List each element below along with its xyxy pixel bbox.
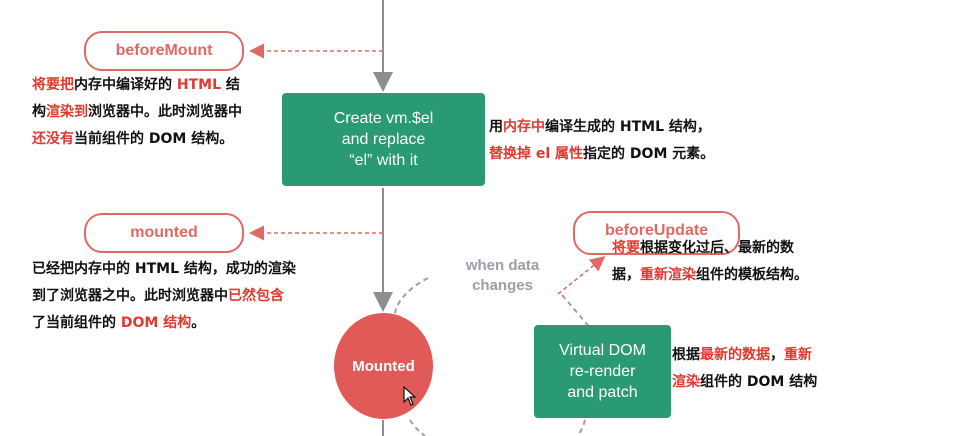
note-text: 构 [32,104,46,120]
note-line: 将要把内存中编译好的 HTML 结 [32,72,282,99]
dashed-update-loop-bottom [409,419,426,436]
note-text: 根据 [672,347,700,363]
note-line: 了当前组件的 DOM 结构。 [32,310,352,337]
when-data-line-1: when data [465,257,540,274]
note-highlight: 渲染 [672,374,700,390]
note-create-el: 用内存中编译生成的 HTML 结构， 替换掉 el 属性指定的 DOM 元素。 [489,114,749,168]
when-data-line-2: changes [472,277,533,294]
hook-beforeMount: beforeMount [84,31,244,71]
note-text: 根据变化过后、最新的数 [640,240,794,256]
note-line: 将要根据变化过后、最新的数 [612,235,842,262]
note-beforeMount: 将要把内存中编译好的 HTML 结构渲染到浏览器中。此时浏览器中 还没有当前组件的… [32,72,282,153]
virtual-dom-line-1: Virtual DOM [559,342,646,359]
note-text: 到了浏览器之中。此时浏览器中 [32,288,228,304]
hook-mounted: mounted [84,213,244,253]
note-highlight: 已然包含 [228,288,284,304]
note-highlight: 重新 [784,347,812,363]
note-text: 。 [191,315,206,331]
create-el-box: Create vm.$el and replace “el” with it [282,93,485,186]
note-highlight: 将要把 [32,77,74,93]
note-text: ， [770,347,784,363]
note-line: 据，重新渲染组件的模板结构。 [612,262,842,289]
note-text: 已经把内存中的 HTML 结构，成功的渲染 [32,261,296,277]
virtual-dom-line-2: re-render [569,363,636,380]
note-line: 到了浏览器之中。此时浏览器中已然包含 [32,283,352,310]
note-highlight: 最新的数据 [700,347,770,363]
note-text: 编译生成的 HTML 结构， [545,119,711,135]
create-el-line-3: “el” with it [349,152,418,169]
note-text: 指定的 DOM 元素。 [583,146,715,162]
note-line: 渲染组件的 DOM 结构 [672,369,872,396]
note-text: 当前组件的 DOM 结构。 [74,131,234,147]
mouse-cursor-icon [403,386,417,406]
note-highlight: 还没有 [32,131,74,147]
note-mounted: 已经把内存中的 HTML 结构，成功的渲染 到了浏览器之中。此时浏览器中已然包含了… [32,256,352,337]
note-text: 结 [221,77,240,93]
note-text: 用 [489,119,503,135]
virtual-dom-box: Virtual DOM re-render and patch [534,325,671,418]
note-line: 替换掉 el 属性指定的 DOM 元素。 [489,141,749,168]
note-line: 构渲染到浏览器中。此时浏览器中 [32,99,282,126]
note-line: 根据最新的数据，重新 [672,342,872,369]
note-text: 组件的 DOM 结构 [700,374,818,390]
dashed-update-loop-br [577,419,586,436]
note-text: 内存中编译好的 [74,77,177,93]
note-text: 组件的模板结构。 [696,267,808,283]
note-highlight: 将要 [612,240,640,256]
note-line: 用内存中编译生成的 HTML 结构， [489,114,749,141]
create-el-line-2: and replace [341,131,426,148]
dashed-update-loop-right [561,294,591,329]
create-el-line-1: Create vm.$el [333,110,434,127]
hook-mounted-label: mounted [130,224,198,241]
hook-beforeMount-label: beforeMount [115,42,213,59]
note-virtual-dom: 根据最新的数据，重新 渲染组件的 DOM 结构 [672,342,872,396]
note-beforeUpdate: 将要根据变化过后、最新的数 据，重新渲染组件的模板结构。 [612,235,842,289]
when-data-changes-label: when data changes [450,256,555,296]
note-line: 还没有当前组件的 DOM 结构。 [32,126,282,153]
note-highlight: 内存中 [503,119,545,135]
dashed-update-loop-left [394,277,429,316]
note-highlight: 重新渲染 [640,267,696,283]
note-highlight: DOM 结构 [120,315,192,331]
note-line: 已经把内存中的 HTML 结构，成功的渲染 [32,256,352,283]
mounted-state-label: Mounted [352,357,415,375]
note-highlight: 渲染到 [46,104,88,120]
note-text: 据， [612,267,640,283]
virtual-dom-line-3: and patch [567,384,638,401]
note-highlight: HTML [176,77,221,93]
note-text: 了当前组件的 [32,315,121,331]
note-text: 浏览器中。此时浏览器中 [88,104,242,120]
dashed-hook-beforeUpdate [557,256,606,295]
note-highlight: 替换掉 el 属性 [489,146,584,162]
